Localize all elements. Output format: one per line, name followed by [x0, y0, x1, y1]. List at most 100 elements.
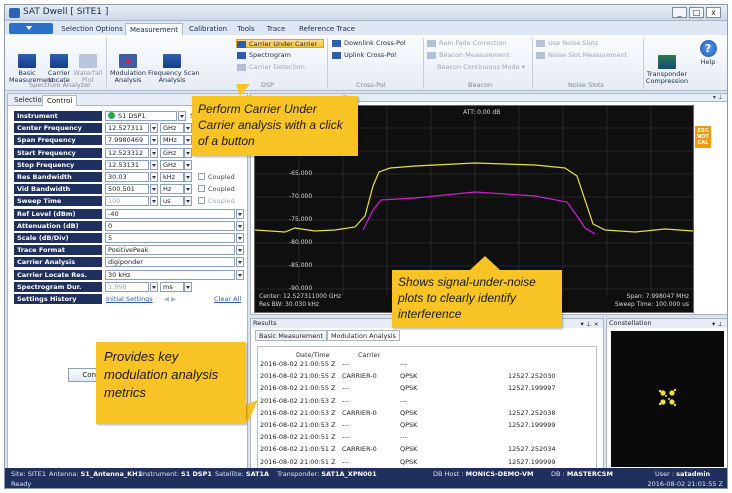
table-row[interactable]: 2016-08-02 21:00:55 Z --- ---: [258, 359, 596, 369]
unit-select[interactable]: Hz: [160, 184, 184, 195]
pin-icon[interactable]: ▾ ⊥: [713, 94, 723, 101]
value-dropdown[interactable]: [150, 135, 158, 146]
value-dropdown[interactable]: [236, 208, 244, 219]
control-value-field[interactable]: 30.03: [105, 172, 149, 182]
value-dropdown[interactable]: [236, 245, 244, 256]
tab-modulation-analysis[interactable]: Modulation Analysis: [327, 330, 400, 341]
table-row[interactable]: 2016-08-02 21:00:51 Z --- ---: [258, 432, 596, 442]
application-menu-button[interactable]: [9, 23, 53, 34]
control-value-field[interactable]: 30 kHz: [105, 269, 235, 280]
table-row[interactable]: 2016-08-02 21:00:55 Z CARRIER-0 QPSK 12527.…: [258, 371, 596, 381]
control-row: Scale (dB/Div) 5: [14, 233, 244, 243]
control-value-field[interactable]: 12.527311: [105, 123, 149, 134]
beacon-continuous-mode-button[interactable]: Beacon Continuous Mode ▾: [427, 63, 527, 72]
control-value-field[interactable]: 7.9980469: [105, 135, 149, 146]
control-value-field[interactable]: 12.53131: [105, 159, 149, 170]
rain-fade-correction-button[interactable]: Rain Fade Correction: [427, 39, 523, 48]
control-value-field[interactable]: 500.501: [105, 184, 149, 195]
carrier-locate-button[interactable]: Carrier Locate: [45, 40, 73, 84]
value-dropdown[interactable]: [150, 147, 158, 158]
clear-all-link[interactable]: Clear All: [214, 294, 241, 304]
noise-slot-measurement-button[interactable]: Noise Slot Measurement: [536, 51, 640, 60]
close-button[interactable]: x: [706, 7, 721, 18]
unit-select[interactable]: GHz: [160, 159, 184, 170]
spectrogram-button[interactable]: Spectrogram: [237, 51, 317, 60]
table-row[interactable]: 2016-08-02 21:00:51 Z --- QPSK 12527.199999: [258, 457, 596, 467]
unit-dropdown[interactable]: [184, 135, 192, 146]
unit-dropdown[interactable]: [184, 123, 192, 134]
value-dropdown[interactable]: [150, 196, 158, 207]
value-dropdown[interactable]: [236, 220, 244, 231]
unit-select[interactable]: GHz: [160, 123, 184, 134]
unit-select[interactable]: GHz: [160, 147, 184, 158]
status-satellite: SAT1A: [245, 470, 270, 478]
coupled-checkbox[interactable]: [198, 185, 205, 193]
table-row[interactable]: 2016-08-02 21:00:53 Z --- QPSK 12527.199999: [258, 420, 596, 430]
group-dsp: DSP: [261, 81, 275, 89]
carrier-under-carrier-button[interactable]: Carrier Under Carrier: [236, 39, 324, 48]
table-row[interactable]: 2016-08-02 21:00:55 Z --- QPSK 12527.199997: [258, 383, 596, 393]
control-value-field[interactable]: 0: [105, 220, 235, 231]
basic-measurement-button[interactable]: Basic Measurement: [9, 40, 54, 84]
unit-dropdown[interactable]: [184, 184, 192, 195]
tab-calibration[interactable]: Calibration: [185, 23, 231, 35]
use-noise-slots-button[interactable]: Use Noise Slots: [536, 39, 632, 48]
initial-settings-link[interactable]: Initial Settings: [106, 294, 153, 304]
control-value-field[interactable]: 12.523312: [105, 147, 149, 158]
value-dropdown[interactable]: [150, 281, 158, 292]
beacon-measurement-button[interactable]: Beacon Measurement: [427, 51, 523, 60]
unit-select[interactable]: us: [160, 196, 184, 207]
value-dropdown[interactable]: [236, 257, 244, 268]
control-value-field[interactable]: 100: [105, 196, 149, 207]
constellation-pin-icon[interactable]: ▾ ⊥: [712, 320, 723, 328]
tab-measurement[interactable]: Measurement: [125, 23, 183, 35]
coupled-checkbox[interactable]: [198, 197, 205, 205]
control-value-field[interactable]: PositivePeak: [105, 245, 235, 256]
transponder-compression-button[interactable]: Transponder Compression: [641, 41, 693, 85]
frequency-scan-analysis-button[interactable]: Frequency Scan Analysis: [148, 40, 199, 84]
downlink-cross-pol-button[interactable]: Downlink Cross-Pol: [332, 39, 420, 48]
tab-reference-trace[interactable]: Reference Trace: [295, 23, 359, 35]
modulation-analysis-button[interactable]: Modulation Analysis: [109, 40, 147, 84]
uplink-cross-pol-icon: [332, 52, 341, 59]
value-dropdown[interactable]: [236, 269, 244, 280]
value-dropdown[interactable]: [150, 172, 158, 182]
unit-select[interactable]: kHz: [160, 172, 184, 182]
tab-tools[interactable]: Tools: [233, 23, 259, 35]
level-tick-label: -75.000: [289, 216, 313, 223]
tab-selection-options[interactable]: Selection Options: [59, 23, 125, 35]
waterfall-plot-button[interactable]: Waterfall Plot: [73, 40, 103, 84]
uplink-cross-pol-button[interactable]: Uplink Cross-Pol: [332, 51, 420, 60]
tab-control[interactable]: Control: [42, 95, 78, 106]
unit-dropdown[interactable]: [184, 281, 192, 292]
unit-select[interactable]: ms: [160, 281, 184, 292]
status-dbhost-label: DB Host :: [433, 470, 464, 478]
unit-dropdown[interactable]: [184, 172, 192, 182]
value-dropdown[interactable]: [150, 159, 158, 170]
value-dropdown[interactable]: [236, 233, 244, 243]
tab-basic-measurement[interactable]: Basic Measurement: [255, 330, 327, 341]
control-value-field[interactable]: -40: [105, 208, 235, 219]
coupled-checkbox[interactable]: [198, 173, 205, 180]
help-button[interactable]: ? Help: [695, 40, 721, 66]
control-value-field[interactable]: 5: [105, 233, 235, 243]
control-value-field[interactable]: digiponder: [105, 257, 235, 268]
carrier-detection-button[interactable]: Carrier Detection: [237, 63, 317, 72]
unit-dropdown[interactable]: [184, 147, 192, 158]
results-close-icon[interactable]: ▾ ⊥ ×: [580, 320, 599, 328]
unit-dropdown[interactable]: [184, 159, 192, 170]
history-arrows-icon[interactable]: ◀ ▶: [164, 294, 176, 304]
maximize-button[interactable]: □: [689, 7, 704, 18]
unit-dropdown[interactable]: [184, 196, 192, 207]
value-dropdown[interactable]: [178, 111, 186, 121]
table-row[interactable]: 2016-08-02 21:00:53 Z --- ---: [258, 396, 596, 406]
table-row[interactable]: 2016-08-02 21:00:51 Z CARRIER-0 QPSK 12527.…: [258, 444, 596, 454]
unit-select[interactable]: MHz: [160, 135, 184, 146]
value-dropdown[interactable]: [150, 123, 158, 134]
control-value-field[interactable]: S1 DSP1: [105, 111, 177, 121]
value-dropdown[interactable]: [150, 184, 158, 195]
control-value-field[interactable]: 1.998: [105, 281, 149, 292]
table-row[interactable]: 2016-08-02 21:00:53 Z CARRIER-0 QPSK 12527.…: [258, 408, 596, 418]
minimize-button[interactable]: _: [672, 7, 687, 18]
tab-trace[interactable]: Trace: [261, 23, 291, 35]
